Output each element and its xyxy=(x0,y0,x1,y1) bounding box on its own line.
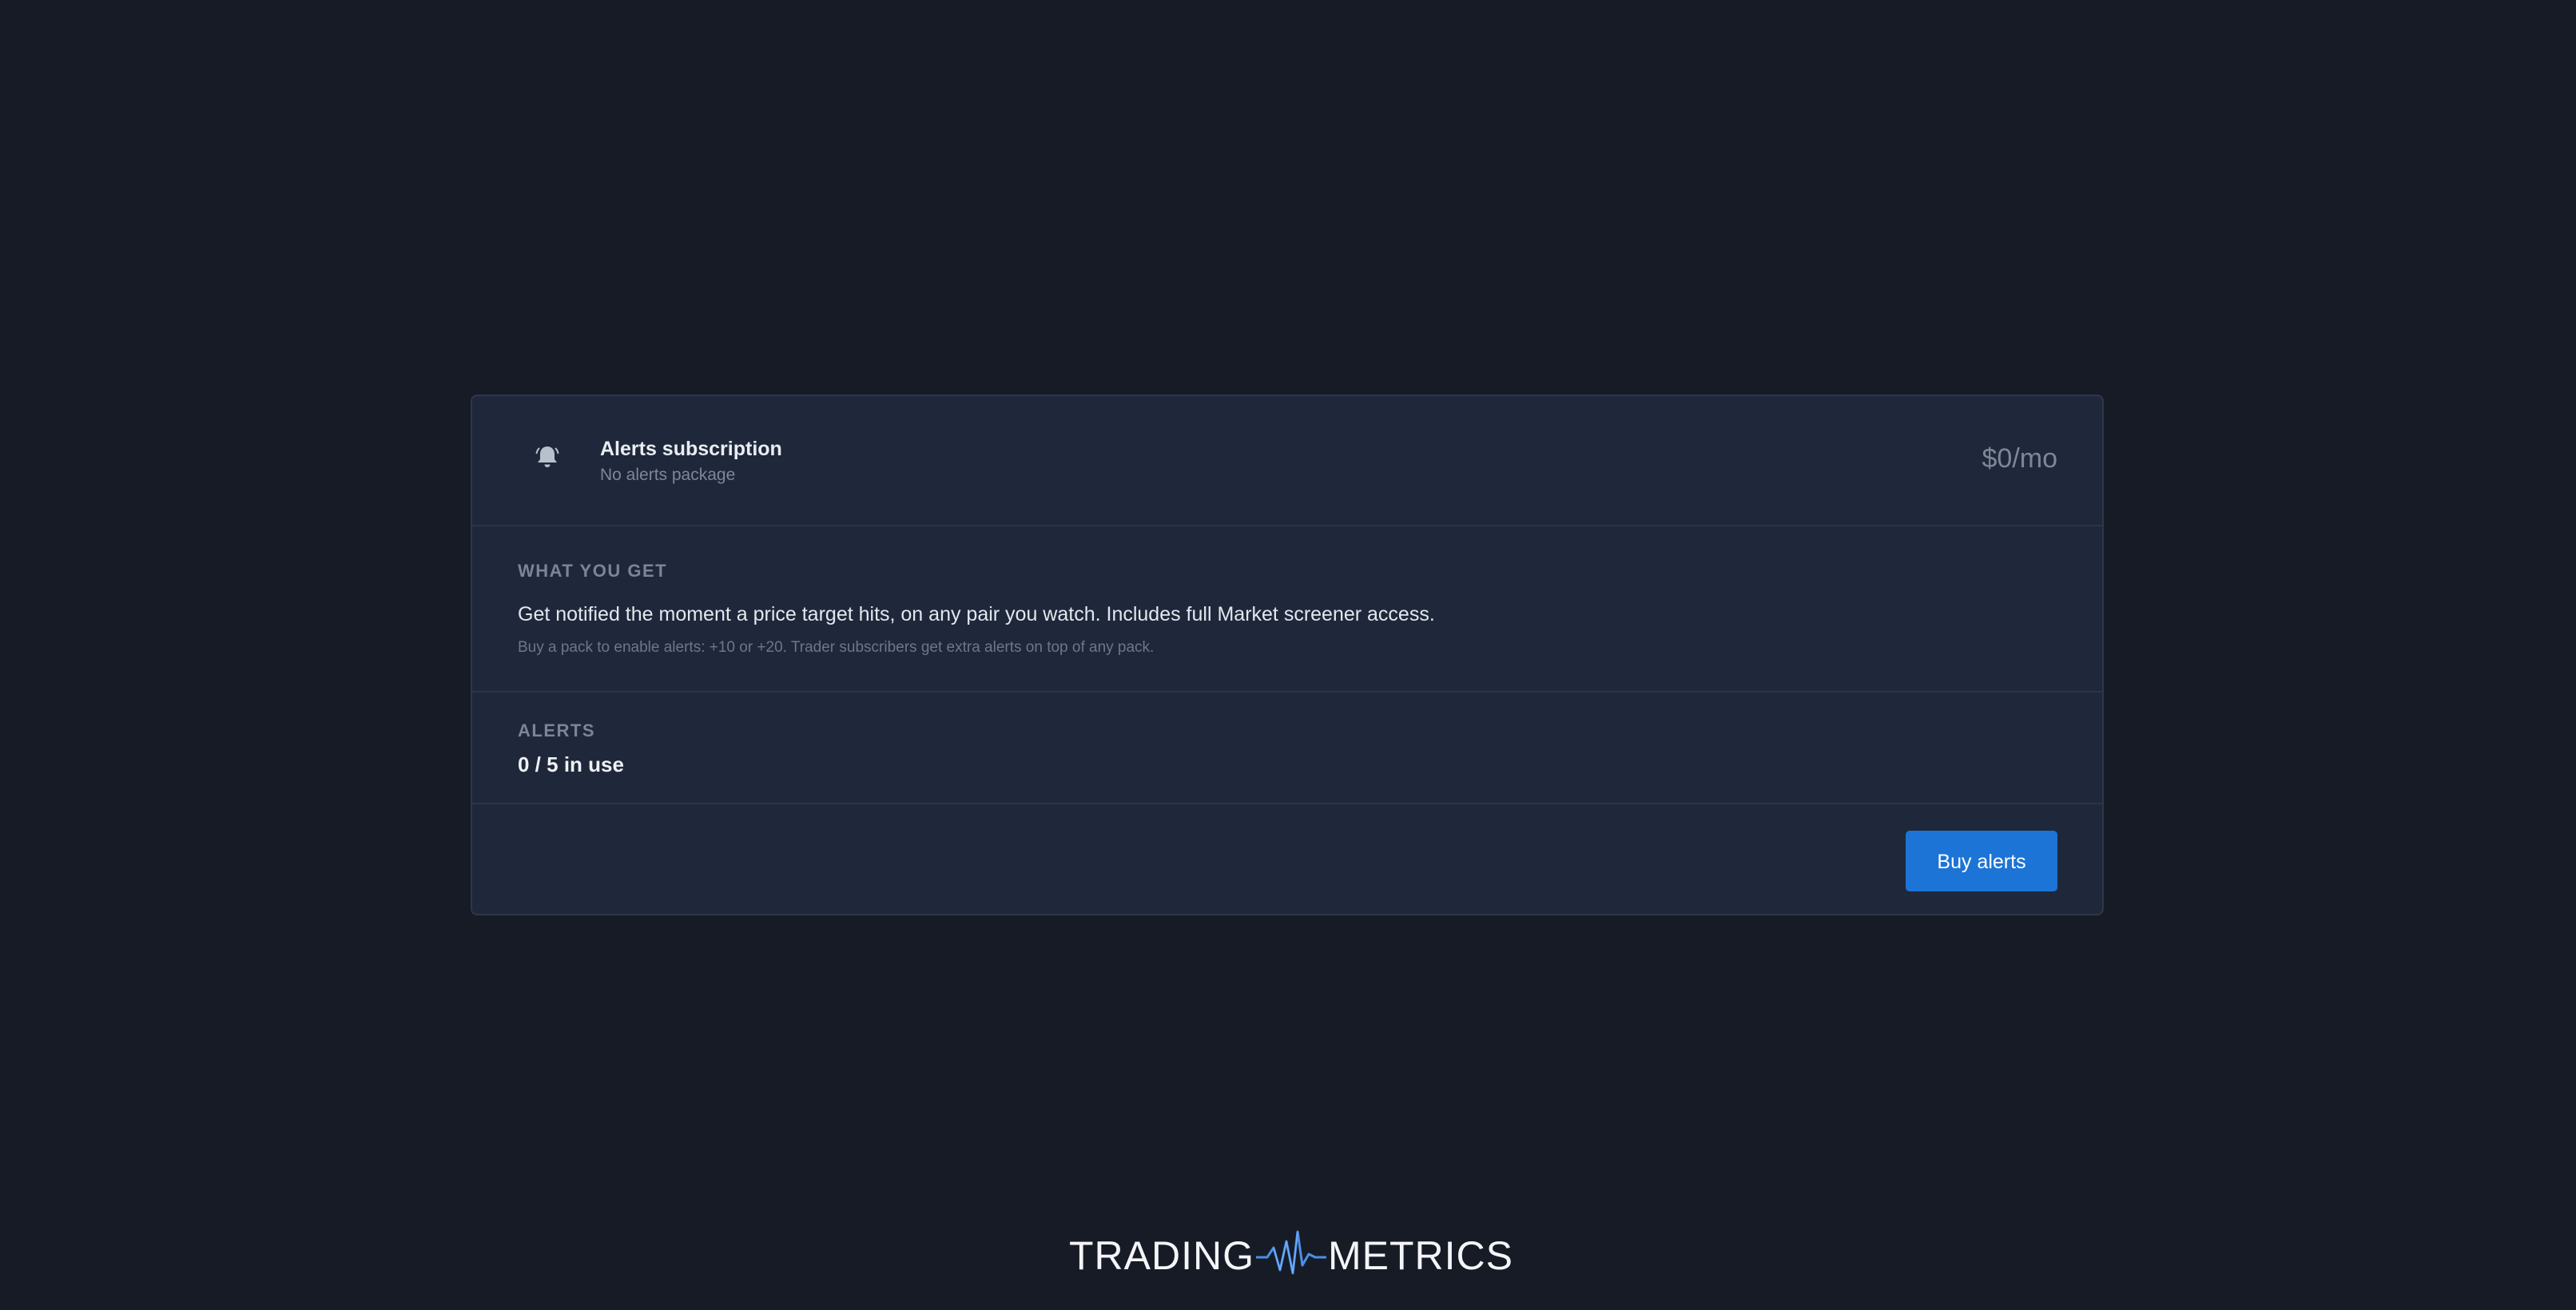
what-you-get-heading: WHAT YOU GET xyxy=(518,561,668,581)
alerts-heading: ALERTS xyxy=(518,720,595,740)
alerts-subscription-card: Alerts subscription No alerts package $0… xyxy=(471,395,2104,915)
bell-icon xyxy=(531,441,563,473)
page: Alerts subscription No alerts package $0… xyxy=(0,0,2576,1310)
logo-text-left: TRADING xyxy=(1069,1233,1254,1278)
alerts-usage: 0 / 5 in use xyxy=(518,752,624,776)
buy-alerts-button[interactable]: Buy alerts xyxy=(1906,831,2057,891)
header-text: Alerts subscription No alerts package xyxy=(600,436,782,487)
card-header: Alerts subscription No alerts package $0… xyxy=(472,396,2102,526)
what-you-get-description: Get notified the moment a price target h… xyxy=(518,603,1435,625)
logo-text-right: METRICS xyxy=(1328,1233,1513,1278)
subscription-subtitle: No alerts package xyxy=(600,466,736,484)
subscription-price: $0/mo xyxy=(1982,443,2058,474)
what-you-get-note: Buy a pack to enable alerts: +10 or +20.… xyxy=(518,639,1155,656)
trading-metrics-logo: TRADING METRICS xyxy=(1069,1224,1513,1288)
subscription-title: Alerts subscription xyxy=(600,438,782,460)
card-footer: Buy alerts xyxy=(472,804,2102,914)
pulse-logo-icon xyxy=(1256,1230,1326,1275)
what-you-get-section: WHAT YOU GET Get notified the moment a p… xyxy=(472,526,2102,693)
alerts-section: ALERTS 0 / 5 in use xyxy=(472,693,2102,804)
